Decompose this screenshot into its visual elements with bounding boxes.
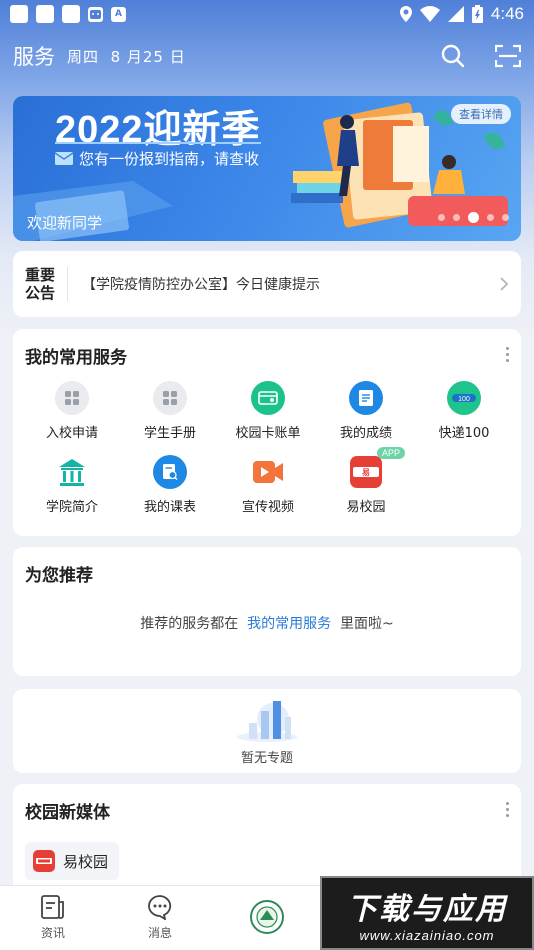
date: 8 月25 日 [110,47,186,66]
service-item[interactable]: 100 快递100 [415,381,513,441]
watermark-title: 下载与应用 [347,891,507,927]
notice-divider [67,267,68,301]
battery-icon [471,5,483,23]
chevron-right-icon [500,277,509,291]
carousel-dot[interactable] [438,214,445,221]
services-grid: 入校申请 学生手册 校园卡账单 我的成绩 100 快递100 学院简介 我的课表 宣传视频 易 AP… [23,381,513,515]
common-services-link[interactable]: 我的常用服务 [247,616,331,632]
notice-text: 【学院疫情防控办公室】今日健康提示 [82,277,320,293]
carousel-dot[interactable] [468,212,479,223]
banner-subtitle-text: 您有一份报到指南，请查收 [79,150,260,168]
notification-icon [88,6,103,22]
weekday: 周四 [67,47,100,66]
service-item[interactable]: 学生手册 [121,381,219,441]
clock: 4:46 [490,4,524,23]
service-item-label: 学院简介 [45,500,98,515]
more-options-icon[interactable] [506,802,509,817]
svg-text:100: 100 [458,396,470,403]
grid-icon [153,381,187,415]
service-item[interactable]: 入校申请 [23,381,121,441]
banner-divider [55,142,261,144]
video-icon [251,455,285,489]
service-item-label: 易校园 [346,500,386,515]
svg-text:易: 易 [362,468,370,477]
recommend-text-before: 推荐的服务都在 [140,616,239,632]
nav-news[interactable]: 资讯 [13,894,93,941]
wifi-icon [419,6,440,22]
recommend-text: 推荐的服务都在 我的常用服务 里面啦~ [13,613,521,633]
service-item[interactable]: 易 APP 易校园 [317,447,415,515]
media-chip-label: 易校园 [63,852,109,871]
date-display: 周四 8 月25 日 [67,46,186,67]
report-icon [349,381,383,415]
banner-title: 2022迎新季 [55,109,261,151]
media-title: 校园新媒体 [25,803,110,823]
recommend-title: 为您推荐 [25,566,93,586]
carousel-dot[interactable] [487,214,494,221]
page-header: 服务 周四 8 月25 日 [13,40,521,72]
grid-icon [55,381,89,415]
more-options-icon[interactable] [506,347,509,362]
service-item[interactable]: 学院简介 [23,455,121,515]
notification-icon [62,5,80,23]
status-bar: A 4:46 [0,0,534,28]
card-wallet-icon [251,381,285,415]
view-details-button[interactable]: 查看详情 [451,104,511,124]
nav-messages[interactable]: 消息 [120,894,200,941]
app-notification-icon: A [111,6,126,22]
page-title: 服务 [13,45,55,69]
service-item-label: 我的成绩 [339,426,392,441]
watermark-logo: 下载与应用 www.xiazainiao.com [320,876,534,950]
services-title: 我的常用服务 [25,348,127,368]
location-icon [399,6,412,22]
carousel-dot[interactable] [502,214,509,221]
notice-tag-line2: 公告 [25,284,56,302]
notice-tag-line1: 重要 [25,266,56,284]
service-item-label: 入校申请 [45,426,98,441]
important-notice[interactable]: 重要 公告 【学院疫情防控办公室】今日健康提示 [13,251,521,317]
schedule-icon [153,455,187,489]
recommend-card: 为您推荐 推荐的服务都在 我的常用服务 里面啦~ [13,547,521,676]
institution-icon [55,455,89,489]
common-services-card: 我的常用服务 入校申请 学生手册 校园卡账单 我的成绩 100 快递100 学院简介 我的课表… [13,329,521,536]
notice-tag: 重要 公告 [25,266,59,302]
watermark-url: www.xiazainiao.com [359,927,495,943]
service-item[interactable]: 宣传视频 [219,455,317,515]
service-item[interactable]: 我的成绩 [317,381,415,441]
carousel-dot[interactable] [453,214,460,221]
school-emblem-icon [250,900,284,934]
yixiaoyuan-logo-icon [33,850,55,872]
service-item-label: 我的课表 [143,500,196,515]
mail-icon [55,152,73,165]
notification-icon [36,5,54,23]
service-item[interactable]: 校园卡账单 [219,381,317,441]
topics-empty-label: 暂无专题 [240,750,293,766]
yixiaoyuan-logo-icon: 易 APP [349,447,405,489]
nav-home[interactable] [227,900,307,934]
media-chip-yixiaoyuan[interactable]: 易校园 [25,842,119,880]
express-icon: 100 [447,381,481,415]
recommend-text-after: 里面啦~ [340,616,394,632]
search-icon[interactable] [441,44,465,68]
news-icon [41,895,64,919]
service-item-label: 快递100 [438,426,490,441]
service-item-label: 宣传视频 [241,500,294,515]
topics-card: 暂无专题 [13,689,521,773]
notification-icon [10,5,28,23]
banner-carousel[interactable]: 2022迎新季 您有一份报到指南，请查收 查看详情 欢迎新同学 [13,96,521,241]
nav-news-label: 资讯 [40,926,65,940]
carousel-indicator [438,212,509,223]
empty-chart-icon [237,700,297,742]
service-item-label: 校园卡账单 [235,426,301,441]
service-item-label: 学生手册 [143,426,196,441]
message-icon [148,895,172,920]
banner-caption: 欢迎新同学 [27,214,103,232]
service-item[interactable]: 我的课表 [121,455,219,515]
scan-icon[interactable] [495,44,521,68]
nav-messages-label: 消息 [147,926,172,940]
app-badge: APP [376,447,405,459]
signal-icon [447,6,464,22]
banner-subtitle: 您有一份报到指南，请查收 [55,148,259,169]
